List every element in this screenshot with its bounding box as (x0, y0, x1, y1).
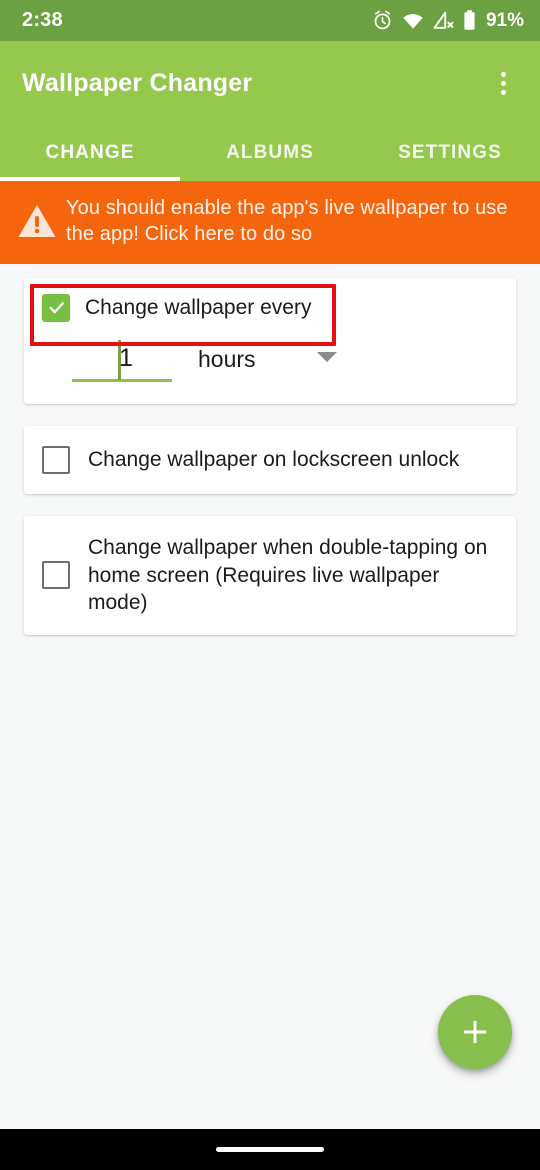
options-list: Change wallpaper every 1 hours Change wa… (0, 264, 540, 635)
interval-value-text: 1 (119, 343, 133, 372)
interval-controls-row: 1 hours (24, 334, 516, 404)
warning-banner-text: You should enable the app's live wallpap… (66, 197, 508, 246)
option-change-every-row[interactable]: Change wallpaper every (24, 278, 516, 334)
app-bar: Wallpaper Changer (0, 41, 540, 125)
warning-triangle-icon (14, 203, 60, 239)
card-lockscreen-unlock[interactable]: Change wallpaper on lockscreen unlock (24, 425, 516, 494)
status-bar: 2:38 91% (0, 0, 540, 41)
plus-icon (464, 1021, 486, 1043)
checkmark-icon (48, 302, 64, 314)
page-title: Wallpaper Changer (22, 68, 253, 97)
checkbox-label-lockscreen-unlock: Change wallpaper on lockscreen unlock (88, 448, 460, 472)
cell-signal-off-icon (433, 11, 454, 30)
tab-bar: CHANGE ALBUMS SETTINGS (0, 125, 540, 181)
system-navigation-bar (0, 1129, 540, 1170)
checkbox-double-tap-home[interactable] (42, 561, 70, 590)
checkbox-label-change-every: Change wallpaper every (85, 296, 312, 320)
tab-indicator (0, 177, 180, 181)
text-caret (118, 339, 121, 380)
card-double-tap-home[interactable]: Change wallpaper when double-tapping on … (24, 515, 516, 635)
checkbox-change-every[interactable] (42, 293, 70, 322)
alarm-icon (372, 10, 393, 31)
tab-change[interactable]: CHANGE (0, 125, 180, 181)
battery-icon (463, 10, 476, 31)
live-wallpaper-warning-banner[interactable]: You should enable the app's live wallpap… (0, 181, 540, 264)
checkbox-label-double-tap-home: Change wallpaper when double-tapping on … (88, 535, 488, 615)
wifi-icon (402, 12, 424, 30)
add-album-fab[interactable] (438, 995, 512, 1069)
status-icons: 91% (372, 10, 524, 32)
chevron-down-icon[interactable] (316, 350, 338, 369)
tab-settings[interactable]: SETTINGS (360, 125, 540, 181)
card-change-interval: Change wallpaper every 1 hours (24, 277, 516, 404)
gesture-pill[interactable] (216, 1147, 324, 1152)
status-time: 2:38 (22, 9, 63, 31)
phone-screen: 2:38 91% Wallpaper Changer CHANGE ALBUMS… (0, 0, 540, 1170)
battery-percent: 91% (485, 9, 524, 31)
tab-albums[interactable]: ALBUMS (180, 125, 360, 181)
overflow-menu-icon[interactable] (480, 60, 526, 106)
checkbox-lockscreen-unlock[interactable] (42, 445, 70, 474)
interval-value-input[interactable]: 1 (72, 338, 172, 382)
interval-unit-label: hours (198, 346, 256, 373)
